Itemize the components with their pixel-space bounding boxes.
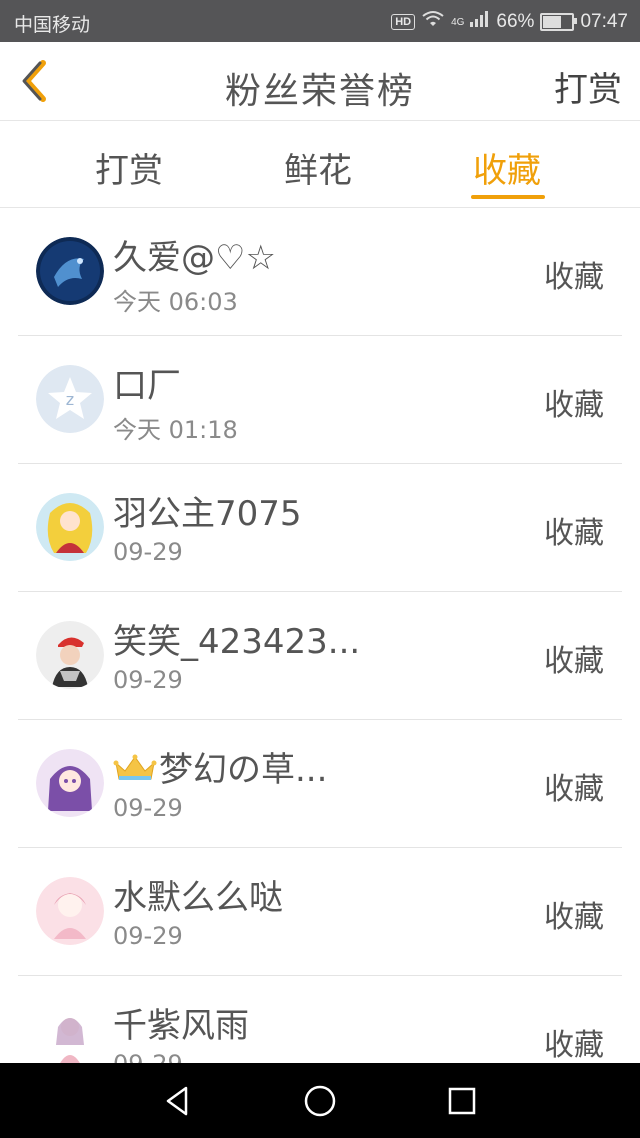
favorite-label: 收藏: [544, 388, 604, 423]
system-nav-bar: [0, 1063, 640, 1138]
battery-percent: 66%: [496, 11, 535, 32]
page-title: 粉丝荣誉榜: [224, 71, 415, 112]
tab-favorites[interactable]: 收藏: [471, 143, 545, 199]
list-item[interactable]: 羽公主7075 09-29 收藏: [0, 464, 640, 592]
status-bar: 中国移动 HD 4G 66% 07:47: [0, 0, 640, 42]
reward-button[interactable]: 打赏: [554, 62, 622, 111]
user-name: 久爱@♡☆: [113, 238, 276, 278]
svg-text:z: z: [66, 390, 74, 409]
favorite-label: 收藏: [544, 772, 604, 807]
list-item[interactable]: 水默么么哒 09-29 收藏: [0, 848, 640, 976]
timestamp: 今天 06:03: [113, 288, 238, 316]
clock: 07:47: [580, 11, 628, 32]
favorite-label: 收藏: [544, 900, 604, 935]
battery-icon: [540, 13, 578, 31]
status-icons: HD 4G 66% 07:47: [391, 10, 628, 34]
favorite-label: 收藏: [544, 1028, 604, 1063]
user-name-text: 梦幻の草...: [159, 750, 328, 790]
active-tab-indicator: [471, 195, 545, 199]
timestamp: 09-29: [113, 922, 183, 950]
timestamp: 09-29: [113, 538, 183, 566]
circle-home-icon[interactable]: [302, 1083, 338, 1119]
triangle-back-icon[interactable]: [160, 1083, 196, 1119]
user-name: 千紫风雨: [113, 1006, 249, 1046]
list-item[interactable]: 久爱@♡☆ 今天 06:03 收藏: [0, 208, 640, 336]
tab-label: 收藏: [473, 151, 541, 191]
timestamp: 09-29: [113, 794, 183, 822]
avatar[interactable]: [36, 877, 104, 945]
favorite-label: 收藏: [544, 260, 604, 295]
avatar[interactable]: [36, 621, 104, 689]
avatar[interactable]: z: [36, 365, 104, 433]
signal-icon: [470, 11, 490, 33]
tab-label: 鲜花: [284, 151, 352, 191]
avatar[interactable]: [36, 749, 104, 817]
network-type: 4G: [451, 16, 465, 28]
avatar[interactable]: [36, 237, 104, 305]
user-name: 笑笑_423423...: [113, 622, 361, 662]
user-name: 水默么么哒: [113, 878, 283, 918]
timestamp: 今天 01:18: [113, 416, 238, 444]
app-header: 粉丝荣誉榜 打赏: [0, 42, 640, 121]
carrier-name: 中国移动: [14, 15, 91, 36]
tab-flowers[interactable]: 鲜花: [284, 143, 352, 192]
favorite-label: 收藏: [544, 644, 604, 679]
list-item[interactable]: 梦幻の草... 09-29 收藏: [0, 720, 640, 848]
wifi-icon: [421, 10, 445, 34]
user-name: 口厂: [113, 366, 181, 406]
hd-badge: HD: [391, 14, 416, 30]
list-item[interactable]: z 口厂 今天 01:18 收藏: [0, 336, 640, 464]
crown-icon: [113, 752, 157, 792]
tab-label: 打赏: [95, 151, 163, 191]
tab-reward[interactable]: 打赏: [95, 143, 163, 192]
tab-bar: 打赏 鲜花 收藏: [0, 121, 640, 208]
fan-list: 久爱@♡☆ 今天 06:03 收藏 z 口厂 今天 01:18 收藏 羽公主70…: [0, 208, 640, 1104]
user-name: 梦幻の草...: [113, 742, 327, 792]
user-name: 羽公主7075: [113, 494, 302, 534]
timestamp: 09-29: [113, 666, 183, 694]
favorite-label: 收藏: [544, 516, 604, 551]
square-recents-icon[interactable]: [444, 1083, 480, 1119]
avatar[interactable]: [36, 493, 104, 561]
list-item[interactable]: 笑笑_423423... 09-29 收藏: [0, 592, 640, 720]
